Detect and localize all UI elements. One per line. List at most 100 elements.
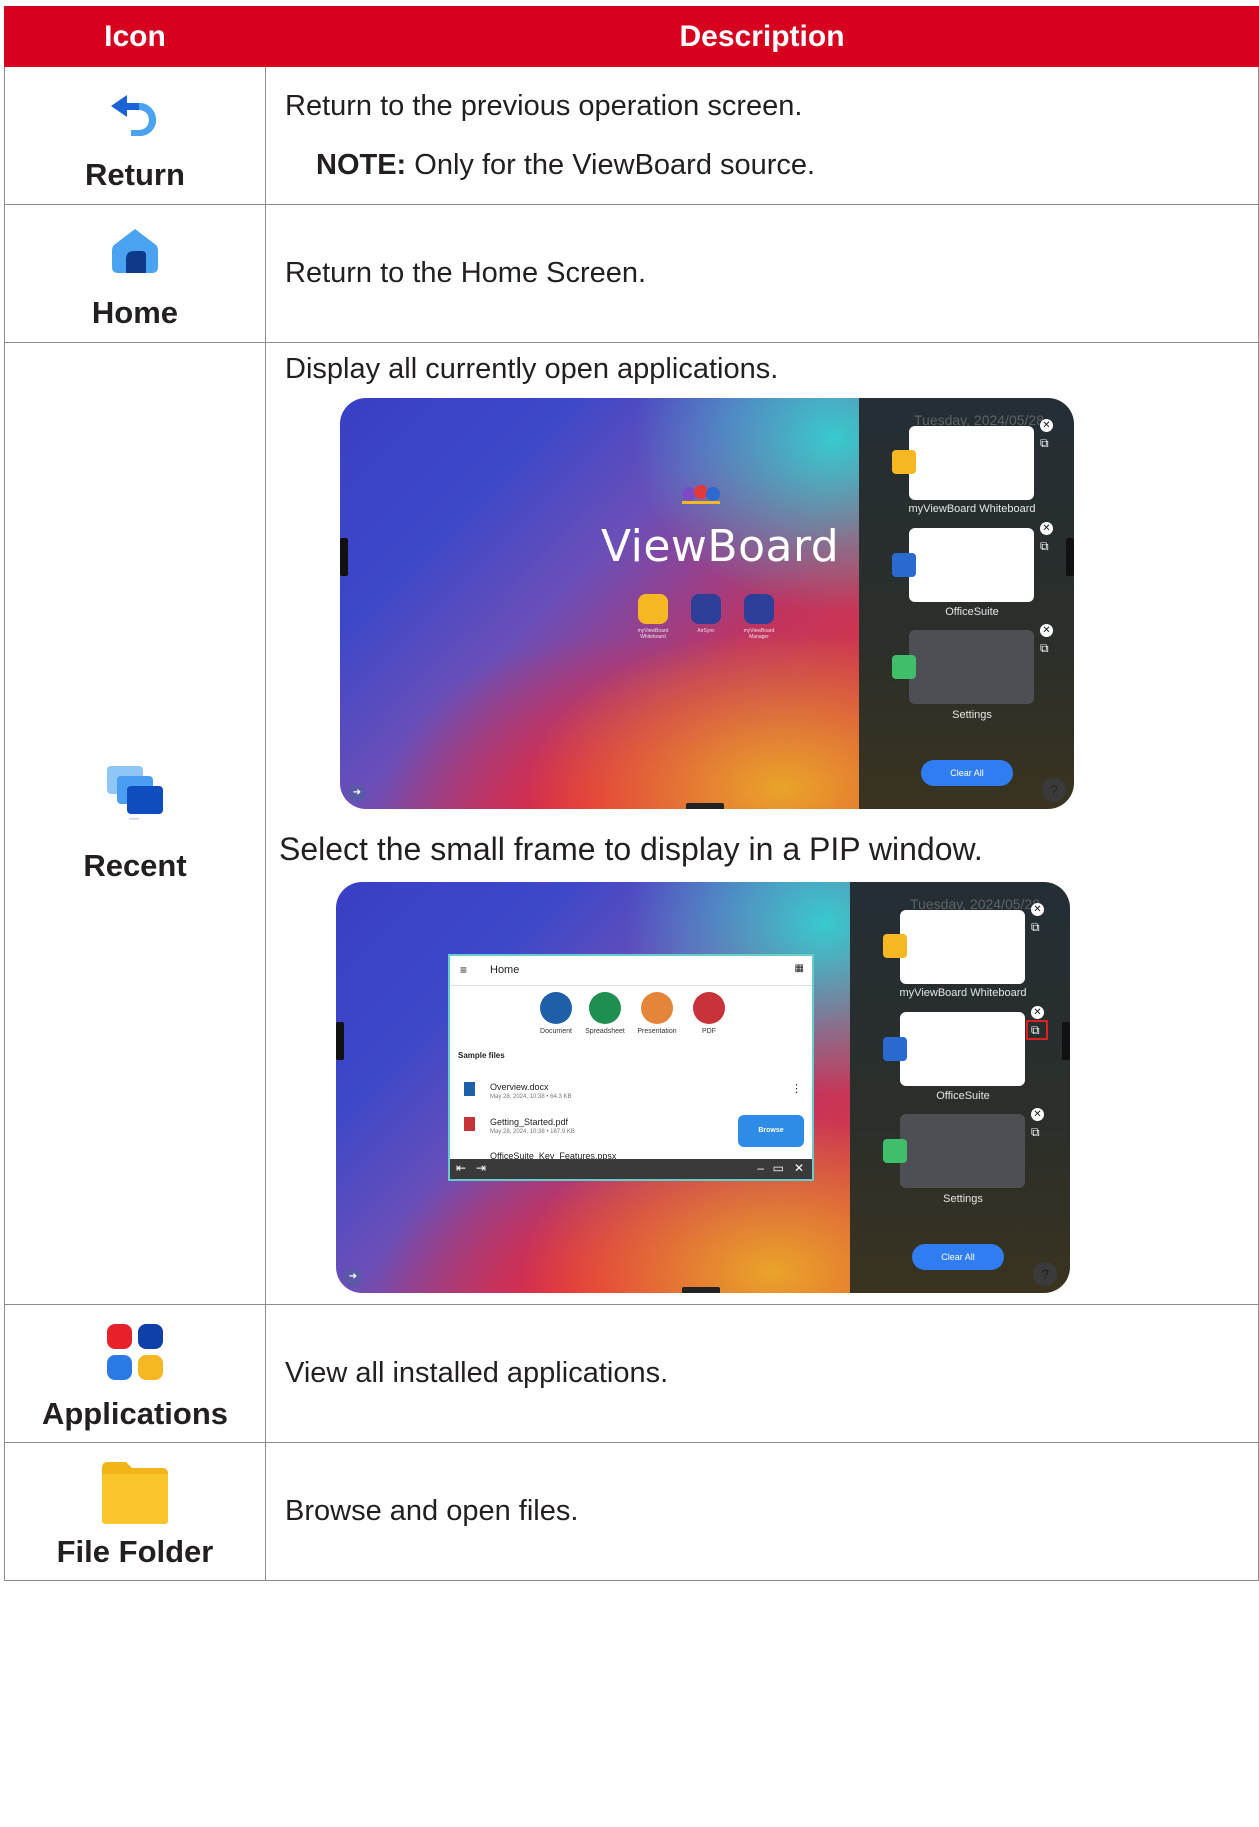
table-row: Return Return to the previous operation … bbox=[4, 66, 1259, 205]
pip-frame-icon[interactable]: ⧉ bbox=[1040, 642, 1053, 654]
recent-card-officesuite[interactable] bbox=[909, 528, 1034, 602]
desc-cell-return: Return to the previous operation screen.… bbox=[265, 66, 1259, 205]
icon-cell-file-folder: File Folder bbox=[4, 1442, 266, 1581]
recent-card-whiteboard[interactable] bbox=[909, 426, 1034, 500]
icon-cell-return: Return bbox=[4, 66, 266, 205]
pip-frame-icon[interactable]: ⧉ bbox=[1040, 437, 1053, 449]
exit-button[interactable]: ➜ bbox=[344, 1268, 362, 1286]
icon-name-applications: Applications bbox=[41, 1395, 228, 1431]
recent-card-settings[interactable] bbox=[909, 630, 1034, 704]
left-edge-tab[interactable] bbox=[340, 538, 348, 576]
document-icon[interactable] bbox=[540, 992, 572, 1024]
app-airsync-label: AirSync bbox=[697, 628, 715, 634]
recent-windows-icon bbox=[107, 765, 163, 819]
description-text: Return to the Home Screen. bbox=[285, 257, 647, 289]
pip-frame-icon[interactable]: ⧉ bbox=[1031, 921, 1044, 933]
icon-name-recent: Recent bbox=[83, 847, 187, 883]
app-whiteboard-icon[interactable] bbox=[638, 594, 668, 624]
maximize-icon[interactable]: ▭ bbox=[773, 1161, 784, 1175]
officesuite-badge-icon bbox=[892, 553, 916, 577]
dock-right-icon[interactable]: ⇥ bbox=[476, 1161, 486, 1175]
app-airsync-icon[interactable] bbox=[691, 594, 721, 624]
close-icon[interactable]: ✕ bbox=[1040, 624, 1053, 637]
icon-name-file-folder: File Folder bbox=[56, 1533, 214, 1569]
more-icon[interactable]: ⋮ bbox=[791, 1082, 802, 1095]
desc-cell-applications: View all installed applications. bbox=[265, 1304, 1259, 1443]
recent-panel: Tuesday, 2024/05/28 ✕ ⧉ myViewBoard Whit… bbox=[859, 398, 1074, 809]
pip-header: ≡ Home ▦ bbox=[450, 956, 812, 986]
close-icon[interactable]: ✕ bbox=[1040, 419, 1053, 432]
close-icon[interactable]: ✕ bbox=[1031, 1006, 1044, 1019]
help-icon[interactable]: ? bbox=[1042, 778, 1066, 802]
file-name[interactable]: Overview.docx bbox=[490, 1082, 549, 1092]
applications-grid-icon bbox=[107, 1323, 163, 1380]
icon-cell-home: Home bbox=[4, 204, 266, 343]
clear-all-button[interactable]: Clear All bbox=[912, 1244, 1004, 1270]
file-meta: May 28, 2024, 10:38 • 64.3 KB bbox=[490, 1094, 572, 1100]
doc-type-label: Spreadsheet bbox=[585, 1028, 625, 1035]
desc-cell-recent: Display all currently open applications.… bbox=[265, 342, 1259, 1305]
exit-button[interactable]: ➜ bbox=[348, 784, 366, 802]
app-whiteboard-label: myViewBoard Whiteboard bbox=[637, 628, 669, 640]
right-edge-tab[interactable] bbox=[1066, 538, 1074, 576]
table-row: Recent Display all currently open applic… bbox=[4, 342, 1259, 1305]
section-title: Sample files bbox=[458, 1051, 505, 1060]
pip-frame-icon[interactable]: ⧉ bbox=[1040, 540, 1053, 552]
card-label: OfficeSuite bbox=[936, 1090, 990, 1102]
description-text: Browse and open files. bbox=[285, 1495, 579, 1527]
note-label: NOTE: bbox=[316, 148, 407, 181]
close-icon[interactable]: ✕ bbox=[1031, 1108, 1044, 1121]
close-icon[interactable]: ✕ bbox=[794, 1161, 804, 1175]
recent-card-settings[interactable] bbox=[900, 1114, 1025, 1188]
description-text-2: Select the small frame to display in a P… bbox=[279, 831, 983, 867]
officesuite-badge-icon bbox=[883, 1037, 907, 1061]
bottom-edge-tab[interactable] bbox=[686, 803, 724, 809]
app-manager-icon[interactable] bbox=[744, 594, 774, 624]
desc-cell-home: Return to the Home Screen. bbox=[265, 204, 1259, 343]
pip-frame-icon[interactable]: ⧉ bbox=[1031, 1024, 1044, 1036]
left-edge-tab[interactable] bbox=[336, 1022, 344, 1060]
dock-left-icon[interactable]: ⇤ bbox=[456, 1161, 466, 1175]
close-icon[interactable]: ✕ bbox=[1040, 522, 1053, 535]
settings-badge-icon bbox=[883, 1139, 907, 1163]
file-name[interactable]: Getting_Started.pdf bbox=[490, 1117, 568, 1127]
presentation-icon[interactable] bbox=[641, 992, 673, 1024]
description-text: Display all currently open applications. bbox=[285, 353, 779, 385]
settings-badge-icon bbox=[892, 655, 916, 679]
card-label: Settings bbox=[952, 709, 992, 721]
table-header-row: Icon Description bbox=[4, 6, 1259, 67]
desc-cell-file-folder: Browse and open files. bbox=[265, 1442, 1259, 1581]
birds-logo-icon bbox=[682, 485, 720, 504]
pdf-file-icon bbox=[464, 1117, 475, 1131]
help-icon[interactable]: ? bbox=[1033, 1262, 1057, 1286]
browse-button[interactable]: Browse bbox=[738, 1115, 804, 1147]
card-label: Settings bbox=[943, 1193, 983, 1205]
pdf-icon[interactable] bbox=[693, 992, 725, 1024]
card-label: OfficeSuite bbox=[945, 606, 999, 618]
table-row: Home Return to the Home Screen. bbox=[4, 204, 1259, 343]
recent-card-officesuite[interactable] bbox=[900, 1012, 1025, 1086]
close-icon[interactable]: ✕ bbox=[1031, 903, 1044, 916]
grid-view-icon[interactable]: ▦ bbox=[795, 963, 804, 974]
clear-all-button[interactable]: Clear All bbox=[921, 760, 1013, 786]
icon-name-return: Return bbox=[85, 156, 185, 192]
menu-icon[interactable]: ≡ bbox=[460, 963, 467, 977]
pip-frame-icon[interactable]: ⧉ bbox=[1031, 1126, 1044, 1138]
note: NOTE: Only for the ViewBoard source. bbox=[285, 149, 1258, 182]
recent-card-whiteboard[interactable] bbox=[900, 910, 1025, 984]
icon-description-table: Icon Description Return Return to the pr… bbox=[4, 6, 1259, 1581]
table-row: File Folder Browse and open files. bbox=[4, 1442, 1259, 1581]
spreadsheet-icon[interactable] bbox=[589, 992, 621, 1024]
bottom-edge-tab[interactable] bbox=[682, 1287, 720, 1293]
wallpaper bbox=[340, 398, 860, 809]
doc-type-label: PDF bbox=[702, 1028, 716, 1035]
table-row: Applications View all installed applicat… bbox=[4, 1304, 1259, 1443]
right-edge-tab[interactable] bbox=[1062, 1022, 1070, 1060]
pip-window[interactable]: ≡ Home ▦ Document Spreadsheet Presentati… bbox=[448, 954, 814, 1181]
note-text: Only for the ViewBoard source. bbox=[406, 148, 816, 181]
pip-control-bar: ⇤ ⇥ – ▭ ✕ bbox=[450, 1159, 812, 1179]
header-icon: Icon bbox=[4, 6, 266, 67]
pip-screenshot: ➜ ≡ Home ▦ Document Spreadsheet Presenta… bbox=[336, 882, 1070, 1293]
minimize-icon[interactable]: – bbox=[757, 1161, 764, 1175]
description-text: Return to the previous operation screen. bbox=[285, 89, 803, 122]
